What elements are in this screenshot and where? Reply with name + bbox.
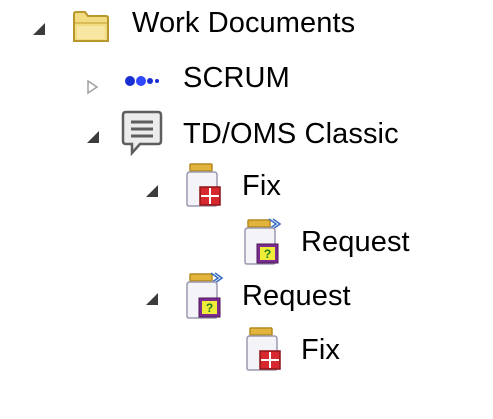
collapsed-triangle-icon[interactable] bbox=[84, 78, 102, 96]
tree-node-label: Work Documents bbox=[132, 7, 356, 39]
request-jar-icon: ? bbox=[184, 272, 226, 320]
tree-node-request-under-fix[interactable]: ? Request bbox=[0, 216, 493, 270]
tree-node-label: Request bbox=[301, 226, 410, 258]
fix-jar-icon bbox=[184, 162, 224, 208]
tree-node-fix[interactable]: Fix bbox=[0, 162, 493, 216]
work-item-type-tree: Work Documents SCRUM TD/OMS Classic Fix … bbox=[0, 0, 493, 419]
tree-node-fix-under-request[interactable]: Fix bbox=[0, 324, 493, 378]
tree-node-label: TD/OMS Classic bbox=[183, 118, 399, 150]
tree-node-label: Request bbox=[242, 280, 351, 312]
svg-text:?: ? bbox=[206, 301, 213, 315]
tree-node-label: SCRUM bbox=[183, 62, 290, 94]
tree-node-scrum[interactable]: SCRUM bbox=[0, 54, 493, 108]
expanded-triangle-icon[interactable] bbox=[30, 20, 48, 38]
request-jar-icon: ? bbox=[242, 218, 284, 266]
tree-node-label: Fix bbox=[301, 334, 340, 366]
folder-icon bbox=[72, 10, 110, 44]
speech-bubble-icon bbox=[120, 108, 164, 156]
expanded-triangle-icon[interactable] bbox=[143, 290, 161, 308]
tree-node-request[interactable]: ? Request bbox=[0, 270, 493, 324]
expanded-triangle-icon[interactable] bbox=[84, 128, 102, 146]
svg-text:?: ? bbox=[264, 247, 271, 261]
tree-node-label: Fix bbox=[242, 170, 281, 202]
tree-node-td-oms-classic[interactable]: TD/OMS Classic bbox=[0, 108, 493, 162]
expanded-triangle-icon[interactable] bbox=[143, 182, 161, 200]
tree-node-work-documents[interactable]: Work Documents bbox=[0, 0, 493, 54]
scrum-process-icon bbox=[124, 70, 160, 92]
fix-jar-icon bbox=[244, 326, 284, 372]
